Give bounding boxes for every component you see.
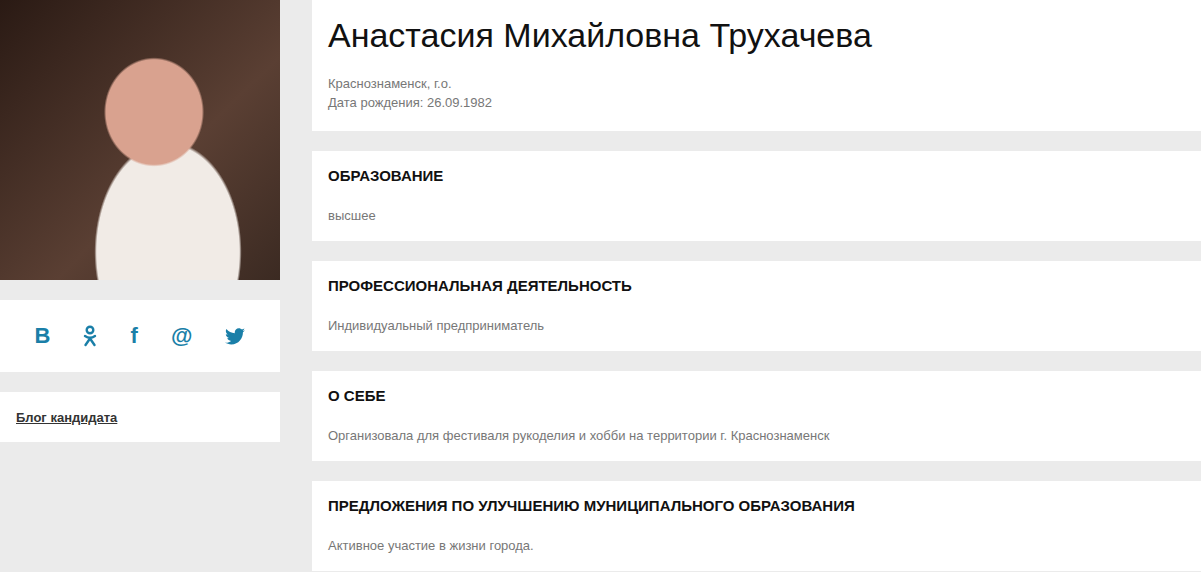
section-text: Активное участие в жизни города.	[328, 537, 1185, 554]
profile-section: ПРЕДЛОЖЕНИЯ ПО УЛУЧШЕНИЮ МУНИЦИПАЛЬНОГО …	[312, 481, 1201, 571]
section-text: Индивидуальный предприниматель	[328, 317, 1185, 334]
social-bar: Вf @	[0, 300, 280, 372]
section-title: ПРЕДЛОЖЕНИЯ ПО УЛУЧШЕНИЮ МУНИЦИПАЛЬНОГО …	[328, 497, 1185, 515]
section-text: Организовала для фестиваля рукоделия и х…	[328, 427, 1185, 444]
profile-section: ОБРАЗОВАНИЕ высшее	[312, 151, 1201, 241]
birth-date: Дата рождения: 26.09.1982	[328, 93, 1185, 112]
profile-section: ПРОФЕССИОНАЛЬНАЯ ДЕЯТЕЛЬНОСТЬ Индивидуаль…	[312, 261, 1201, 351]
social-button[interactable]: В	[35, 323, 51, 349]
sidebar: Вf @ Блог кандидата	[0, 0, 280, 572]
section-title: ОБРАЗОВАНИЕ	[328, 167, 1185, 185]
blog-box: Блог кандидата	[0, 392, 280, 442]
profile-content: Анастасия Михайловна Трухачева Краснознам…	[312, 0, 1201, 572]
section-title: О СЕБЕ	[328, 387, 1185, 405]
section-text: высшее	[328, 207, 1185, 224]
blog-link[interactable]: Блог кандидата	[16, 410, 117, 425]
section-title: ПРОФЕССИОНАЛЬНАЯ ДЕЯТЕЛЬНОСТЬ	[328, 277, 1185, 295]
candidate-page: Вf @ Блог кандидата Анастасия Михайловна Тр…	[0, 0, 1201, 572]
twitter-icon[interactable]	[225, 328, 245, 345]
social-button[interactable]: @	[171, 323, 192, 349]
candidate-name: Анастасия Михайловна Трухачева	[328, 14, 1185, 56]
profile-header: Анастасия Михайловна Трухачева Краснознам…	[312, 0, 1201, 131]
social-button[interactable]: f	[131, 323, 138, 349]
candidate-photo	[0, 0, 280, 280]
profile-section: О СЕБЕ Организовала для фестиваля рукодел…	[312, 371, 1201, 461]
odnoklassniki-icon[interactable]	[83, 325, 97, 347]
location: Краснознаменск, г.о.	[328, 74, 1185, 93]
